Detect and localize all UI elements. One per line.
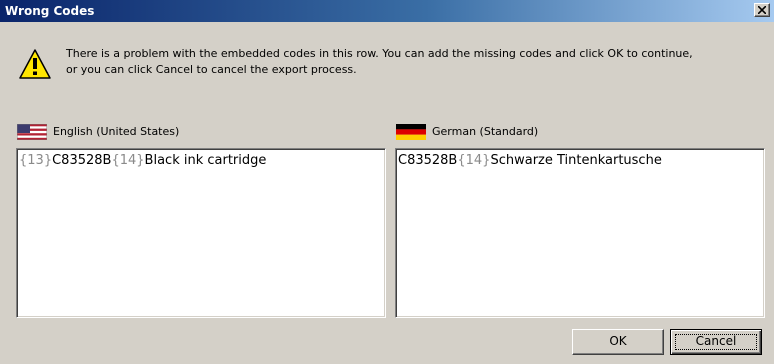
- segment-text: C83528B: [52, 153, 112, 168]
- close-icon: [758, 6, 766, 14]
- error-message: There is a problem with the embedded cod…: [66, 46, 766, 78]
- segment-text: Black ink cartridge: [144, 153, 267, 168]
- wrong-codes-dialog: Wrong Codes There is a problem with the …: [0, 0, 774, 364]
- embedded-code-tag: {14}: [111, 153, 145, 168]
- german-flag-icon: [396, 124, 426, 140]
- window-title: Wrong Codes: [5, 4, 95, 18]
- source-language-name: English (United States): [53, 125, 180, 138]
- target-language-name: German (Standard): [432, 125, 539, 138]
- message-line-1: There is a problem with the embedded cod…: [66, 47, 693, 60]
- warning-icon: [19, 49, 51, 79]
- segment-text: C83528B: [398, 153, 458, 168]
- focus-rect: [675, 334, 757, 350]
- embedded-code-tag: {13}: [19, 153, 53, 168]
- us-flag-icon: [17, 124, 47, 140]
- message-line-2: or you can click Cancel to cancel the ex…: [66, 63, 357, 76]
- target-text-field[interactable]: C83528B{14}Schwarze Tintenkartusche: [395, 148, 765, 318]
- title-bar[interactable]: Wrong Codes: [0, 0, 774, 22]
- ok-button[interactable]: OK: [572, 329, 664, 355]
- source-text-field[interactable]: {13}C83528B{14}Black ink cartridge: [16, 148, 386, 318]
- close-button[interactable]: [754, 3, 770, 17]
- segment-text: Schwarze Tintenkartusche: [490, 153, 662, 168]
- cancel-button[interactable]: Cancel: [670, 329, 762, 355]
- embedded-code-tag: {14}: [457, 153, 491, 168]
